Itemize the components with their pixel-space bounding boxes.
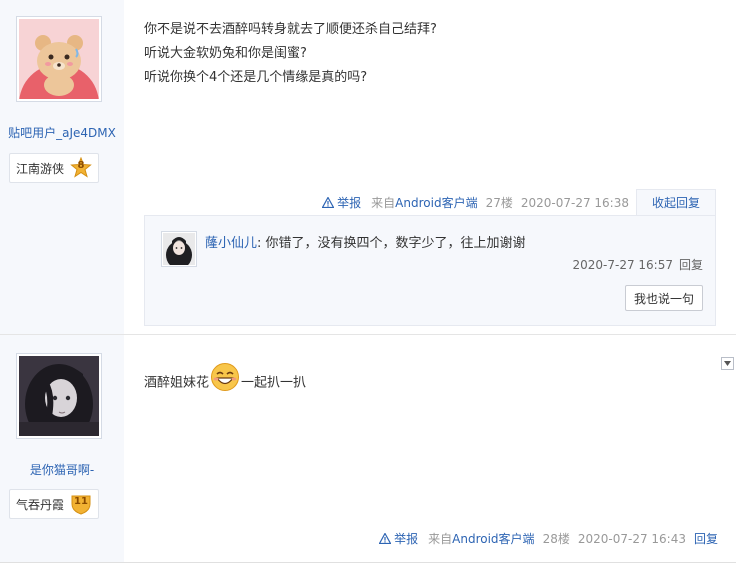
say-something-button[interactable]: 我也说一句	[625, 285, 703, 311]
sub-reply-avatar[interactable]	[161, 231, 197, 267]
post-line: 听说你换个4个还是几个情缘是真的吗?	[144, 70, 368, 85]
client-source: 来自Android客户端	[371, 194, 477, 211]
post-tail: 举报 来自Android客户端 28楼 2020-07-27 16:43 回复	[379, 530, 718, 547]
reply-button[interactable]: 回复	[694, 530, 718, 547]
level-shield-icon: 11	[70, 493, 92, 515]
smile-emoji-icon	[210, 362, 240, 392]
sub-reply-meta: 2020-7-27 16:57 回复	[572, 256, 703, 273]
bear-avatar-image	[19, 19, 99, 99]
girl-avatar-image	[163, 233, 195, 265]
client-link[interactable]: Android客户端	[452, 532, 534, 546]
post-time: 2020-07-27 16:38	[520, 195, 629, 210]
post-options-dropdown[interactable]	[721, 357, 734, 370]
chevron-down-icon	[724, 361, 731, 366]
post-line: 听说大金软奶兔和你是闺蜜?	[144, 46, 307, 61]
post-text-after: 一起扒一扒	[241, 375, 307, 391]
warning-triangle-icon	[379, 533, 392, 544]
from-prefix: 来自	[428, 532, 453, 546]
author-username-link[interactable]: 是你猫哥啊-	[0, 461, 124, 478]
anime-girl-avatar-image	[19, 356, 99, 436]
warning-triangle-icon	[322, 197, 335, 208]
post-tail: 举报 来自Android客户端 27楼 2020-07-27 16:38	[322, 194, 629, 211]
sub-reply-reply-button[interactable]: 回复	[679, 258, 703, 272]
collapse-replies-button[interactable]: 收起回复	[636, 189, 716, 215]
post-content: 酒醉姐妹花 一起扒一扒	[144, 363, 307, 398]
floor-number: 27楼	[485, 196, 513, 210]
level-badge[interactable]: 江南游侠 8	[9, 153, 100, 183]
sub-reply-username-link[interactable]: 蕯小仙儿	[205, 236, 257, 251]
report-label: 举报	[394, 532, 419, 546]
author-sidebar: 是你猫哥啊- 气吞丹霞 11	[0, 335, 124, 562]
client-link[interactable]: Android客户端	[395, 196, 477, 210]
author-sidebar: 贴吧用户_aJe4DMX 江南游侠 8	[0, 0, 124, 334]
sub-reply-time: 2020-7-27 16:57	[572, 258, 673, 272]
post-floor-28: 是你猫哥啊- 气吞丹霞 11 酒醉姐妹花 一起扒一扒 举报 来自Android客…	[0, 335, 736, 563]
sub-reply-box: 蕯小仙儿: 你错了，没有换四个，数字少了，往上加谢谢 2020-7-27 16:…	[144, 215, 716, 326]
author-avatar[interactable]	[16, 16, 102, 102]
post-time: 2020-07-27 16:43	[577, 531, 686, 546]
post-content: 你不是说不去酒醉吗转身就去了顺便还杀自己结拜? 听说大金软奶兔和你是闺蜜? 听说…	[144, 18, 437, 90]
sub-reply-content: : 你错了，没有换四个，数字少了，往上加谢谢	[257, 236, 526, 251]
level-number: 11	[74, 496, 88, 507]
author-username-link[interactable]: 贴吧用户_aJe4DMX	[0, 124, 124, 141]
post-floor-27: 贴吧用户_aJe4DMX 江南游侠 8 你不是说不去酒醉吗转身就去了顺便还杀自己…	[0, 0, 736, 335]
report-button[interactable]: 举报	[322, 194, 361, 211]
floor-number: 28楼	[542, 532, 570, 546]
client-source: 来自Android客户端	[428, 530, 534, 547]
post-text-before: 酒醉姐妹花	[144, 375, 210, 391]
level-name: 江南游侠	[16, 161, 65, 176]
level-name: 气吞丹霞	[16, 497, 65, 512]
level-star-icon: 8	[70, 157, 92, 179]
post-line: 你不是说不去酒醉吗转身就去了顺便还杀自己结拜?	[144, 22, 437, 37]
author-avatar[interactable]	[16, 353, 102, 439]
sub-reply-text: 蕯小仙儿: 你错了，没有换四个，数字少了，往上加谢谢	[205, 232, 526, 251]
from-prefix: 来自	[371, 196, 396, 210]
report-label: 举报	[337, 196, 362, 210]
level-badge[interactable]: 气吞丹霞 11	[9, 489, 100, 519]
level-number: 8	[77, 160, 85, 171]
report-button[interactable]: 举报	[379, 530, 418, 547]
